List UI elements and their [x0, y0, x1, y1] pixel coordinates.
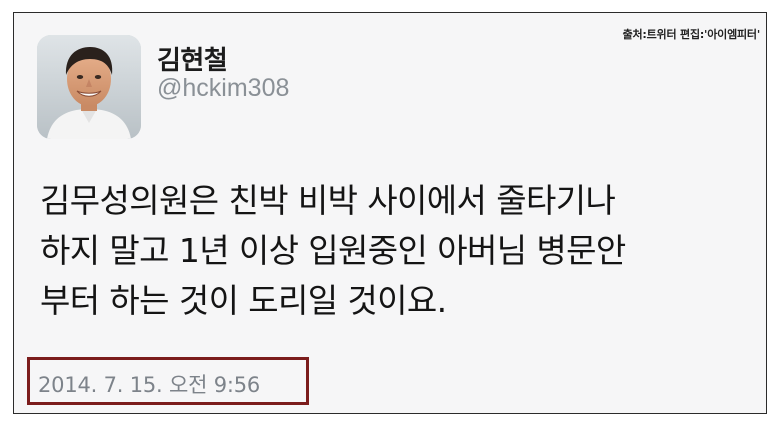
avatar[interactable] — [37, 35, 141, 139]
profile-photo-icon — [37, 35, 141, 139]
tweet-line: 하지 말고 1년 이상 입원중인 아버님 병문안 — [40, 231, 626, 270]
tweet-line: 김무성의원은 친박 비박 사이에서 줄타기나 — [40, 181, 616, 220]
user-handle[interactable]: @hckim308 — [157, 74, 289, 103]
source-note: 출처:트위터 편집:'아이엠피터' — [622, 28, 761, 41]
tweet-timestamp[interactable]: 2014. 7. 15. 오전 9:56 — [38, 369, 260, 399]
tweet-text: 김무성의원은 친박 비박 사이에서 줄타기나 하지 말고 1년 이상 입원중인 … — [40, 176, 750, 326]
display-name[interactable]: 김현철 — [157, 40, 228, 77]
tweet-line: 부터 하는 것이 도리일 것이요. — [40, 281, 447, 320]
